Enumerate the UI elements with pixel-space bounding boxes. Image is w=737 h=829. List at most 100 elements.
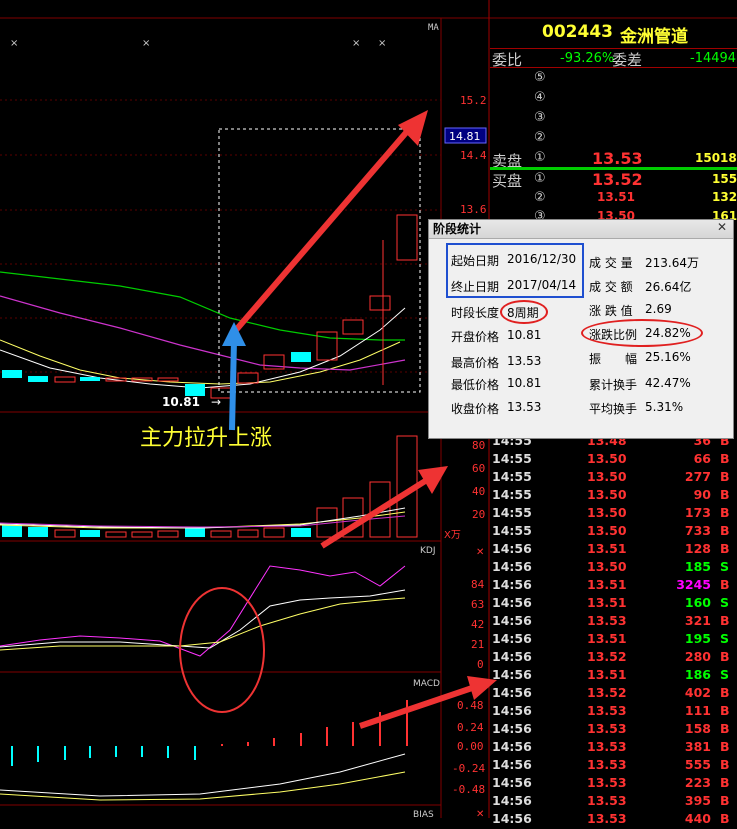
tick-price: 13.53 [587,757,627,772]
tick-time: 14:56 [492,577,532,592]
tick-row[interactable]: 14:56 13.53 111 B [490,703,737,721]
tick-row[interactable]: 14:55 13.50 733 B [490,523,737,541]
tick-side: B [720,757,730,772]
tick-side: B [720,775,730,790]
tick-time: 14:56 [492,667,532,682]
tick-side: S [720,667,730,682]
tick-price: 13.52 [587,685,627,700]
tick-side: B [720,811,730,826]
tick-time: 14:56 [492,595,532,610]
period-circle [500,300,548,324]
tick-volume: 440 [684,811,711,826]
tick-price: 13.50 [587,559,627,574]
tick-time: 14:55 [492,523,532,538]
tick-price: 13.51 [587,595,627,610]
buy1-row[interactable]: 买盘 ① 13.52 155 [490,170,737,192]
tick-volume: 128 [684,541,711,556]
volume-value: 213.64万 [645,256,699,270]
tick-row[interactable]: 14:56 13.53 381 B [490,739,737,757]
tick-row[interactable]: 14:56 13.51 128 B [490,541,737,559]
tick-volume: 381 [684,739,711,754]
ma-label: MA [428,23,439,33]
tick-price: 13.53 [587,739,627,754]
svg-text:0.00: 0.00 [457,740,484,753]
tick-price: 13.50 [587,469,627,484]
svg-text:MACD: MACD [413,679,440,689]
tick-side: S [720,631,730,646]
tick-price: 13.53 [587,811,627,826]
sell2-level: ② [534,130,546,145]
tick-volume: 111 [684,703,711,718]
tick-side: B [720,577,730,592]
tick-volume: 66 [693,451,711,466]
svg-text:X万: X万 [444,530,461,541]
tick-row[interactable]: 14:55 13.50 173 B [490,505,737,523]
tick-row[interactable]: 14:56 13.51 3245 B [490,577,737,595]
tick-time: 14:55 [492,469,532,484]
tick-price: 13.50 [587,487,627,502]
tick-row[interactable]: 14:56 13.53 395 B [490,793,737,811]
tick-volume: 185 [684,559,711,574]
tick-row[interactable]: 14:56 13.52 402 B [490,685,737,703]
tick-row[interactable]: 14:56 13.53 223 B [490,775,737,793]
svg-text:KDJ: KDJ [420,546,436,556]
tick-time: 14:56 [492,541,532,556]
svg-text:0.48: 0.48 [457,699,484,712]
end-date: 2017/04/14 [507,278,577,292]
svg-text:84: 84 [471,578,485,591]
tick-volume: 90 [693,487,711,502]
tick-side: B [720,613,730,628]
stock-header: 002443 金洲管道 [490,20,737,48]
tick-side: B [720,721,730,736]
tick-row[interactable]: 14:56 13.53 555 B [490,757,737,775]
tick-time: 14:56 [492,793,532,808]
tick-row[interactable]: 14:56 13.51 186 S [490,667,737,685]
start-date: 2016/12/30 [507,252,577,266]
tick-price: 13.50 [587,451,627,466]
tick-price: 13.51 [587,667,627,682]
stock-code: 002443 [542,22,613,42]
tick-price: 13.50 [587,523,627,538]
tick-row[interactable]: 14:55 13.50 277 B [490,469,737,487]
tick-volume: 555 [684,757,711,772]
sell3-level: ③ [534,110,546,125]
tick-row[interactable]: 14:55 13.50 90 B [490,487,737,505]
price-tick-3: 13.6 [460,203,487,216]
tick-row[interactable]: 14:56 13.51 195 S [490,631,737,649]
svg-text:21: 21 [471,638,484,651]
tick-time: 14:56 [492,775,532,790]
svg-text:40: 40 [472,485,485,498]
tick-time: 14:56 [492,685,532,700]
tick-price: 13.51 [587,541,627,556]
tick-time: 14:56 [492,649,532,664]
tick-row[interactable]: 14:56 13.53 321 B [490,613,737,631]
tick-row[interactable]: 14:56 13.53 158 B [490,721,737,739]
tick-volume: 277 [684,469,711,484]
svg-text:×: × [10,38,18,49]
tick-row[interactable]: 14:56 13.50 185 S [490,559,737,577]
tick-row[interactable]: 14:56 13.52 280 B [490,649,737,667]
sell5-level: ⑤ [534,70,546,85]
tick-time: 14:56 [492,811,532,826]
tick-volume: 3245 [676,577,711,592]
tick-side: B [720,469,730,484]
tick-time: 14:56 [492,613,532,628]
tick-volume: 280 [684,649,711,664]
close-value: 13.53 [507,400,542,414]
tick-volume: 402 [684,685,711,700]
tick-time: 14:55 [492,505,532,520]
stage-stats-dialog[interactable]: 阶段统计 ✕ 起始日期 2016/12/30 终止日期 2017/04/14 时… [428,219,734,439]
tick-row[interactable]: 14:56 13.51 160 S [490,595,737,613]
svg-text:-0.48: -0.48 [452,783,485,796]
tick-row[interactable]: 14:55 13.50 66 B [490,451,737,469]
tick-price: 13.53 [587,793,627,808]
price-tick-1: 15.2 [460,94,487,107]
tick-row[interactable]: 14:56 13.53 440 B [490,811,737,829]
svg-text:BIAS: BIAS [413,810,434,818]
avg-turnover-value: 5.31% [645,400,684,414]
close-icon[interactable]: ✕ [717,220,727,234]
change-value: 2.69 [645,302,672,316]
tick-time: 14:56 [492,739,532,754]
tick-side: S [720,559,730,574]
tick-side: B [720,451,730,466]
